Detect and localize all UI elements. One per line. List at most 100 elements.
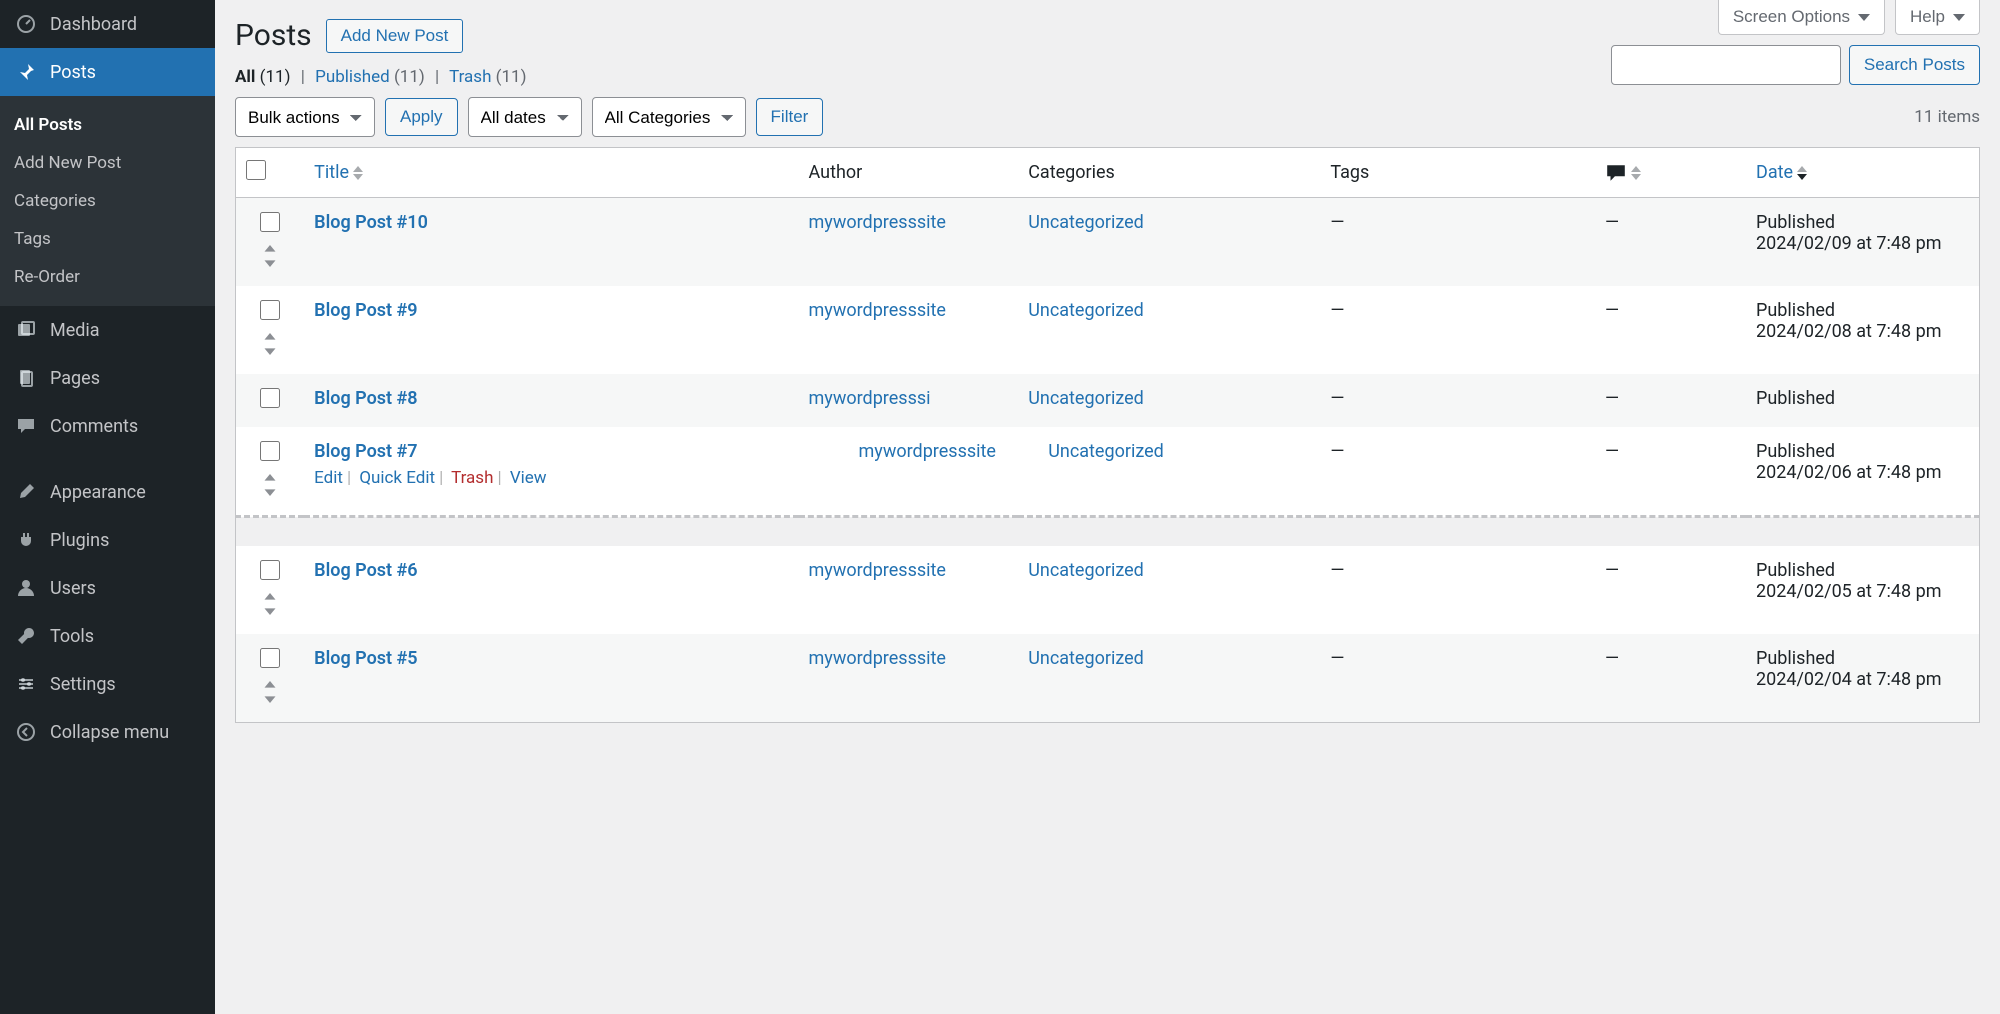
sidebar-subitem-add-new[interactable]: Add New Post xyxy=(0,144,215,182)
post-author[interactable]: mywordpresssite xyxy=(859,441,996,462)
drop-indicator xyxy=(236,517,1980,547)
main-content: Screen Options Help Posts Add New Post A… xyxy=(215,0,2000,743)
users-icon xyxy=(14,576,38,600)
drag-handle-icon[interactable] xyxy=(246,333,294,360)
row-checkbox[interactable] xyxy=(260,212,280,232)
post-author[interactable]: mywordpresssite xyxy=(809,648,946,669)
comments-icon xyxy=(1605,162,1627,184)
row-action-quick-edit[interactable]: Quick Edit xyxy=(359,468,435,488)
items-count: 11 items xyxy=(1914,107,1980,127)
sidebar-item-comments[interactable]: Comments xyxy=(0,402,215,450)
sidebar-item-plugins[interactable]: Plugins xyxy=(0,516,215,564)
column-date[interactable]: Date xyxy=(1756,162,1793,183)
sidebar-subitem-reorder[interactable]: Re-Order xyxy=(0,258,215,296)
sidebar-label: Dashboard xyxy=(50,14,137,35)
column-comments[interactable] xyxy=(1595,148,1746,198)
post-author[interactable]: mywordpresssi xyxy=(809,388,931,409)
chevron-down-icon xyxy=(1953,14,1965,21)
table-row: Blog Post #8 mywordpresssi Uncategorized… xyxy=(236,374,1980,427)
pin-icon xyxy=(14,60,38,84)
sidebar-item-media[interactable]: Media xyxy=(0,306,215,354)
sidebar-item-users[interactable]: Users xyxy=(0,564,215,612)
post-title[interactable]: Blog Post #7 xyxy=(314,441,417,462)
help-label: Help xyxy=(1910,7,1945,27)
post-author[interactable]: mywordpresssite xyxy=(809,212,946,233)
post-title[interactable]: Blog Post #9 xyxy=(314,300,417,321)
column-title[interactable]: Title xyxy=(314,162,349,183)
filter-trash[interactable]: Trash xyxy=(449,67,491,87)
add-new-post-button[interactable]: Add New Post xyxy=(326,19,464,53)
help-tab[interactable]: Help xyxy=(1895,0,1980,35)
post-title[interactable]: Blog Post #8 xyxy=(314,388,417,409)
apply-button[interactable]: Apply xyxy=(385,98,458,136)
drag-handle-icon[interactable] xyxy=(246,681,294,708)
row-action-trash[interactable]: Trash xyxy=(451,468,493,488)
row-checkbox[interactable] xyxy=(260,648,280,668)
screen-options-tab[interactable]: Screen Options xyxy=(1718,0,1885,35)
table-row: Blog Post #10 mywordpresssite Uncategori… xyxy=(236,198,1980,287)
sidebar-item-dashboard[interactable]: Dashboard xyxy=(0,0,215,48)
sort-indicator-icon xyxy=(1797,166,1807,180)
post-status: Published xyxy=(1756,648,1969,669)
row-checkbox[interactable] xyxy=(260,300,280,320)
post-tags: — xyxy=(1320,546,1595,634)
post-date: 2024/02/04 at 7:48 pm xyxy=(1756,669,1969,690)
row-action-edit[interactable]: Edit xyxy=(314,468,343,488)
post-category[interactable]: Uncategorized xyxy=(1028,560,1144,581)
row-action-view[interactable]: View xyxy=(510,468,547,488)
row-checkbox[interactable] xyxy=(260,560,280,580)
posts-table: Title Author Categories Tags Date Blog P… xyxy=(235,147,1980,723)
post-comments: — xyxy=(1595,198,1746,287)
dates-select[interactable]: All dates xyxy=(468,97,582,137)
post-category[interactable]: Uncategorized xyxy=(1028,212,1144,233)
post-author[interactable]: mywordpresssite xyxy=(809,300,946,321)
sidebar-subitem-tags[interactable]: Tags xyxy=(0,220,215,258)
filter-all[interactable]: All xyxy=(235,67,255,87)
search-input[interactable] xyxy=(1611,45,1841,85)
table-row: Blog Post #5 mywordpresssite Uncategoriz… xyxy=(236,634,1980,723)
drag-handle-icon[interactable] xyxy=(246,245,294,272)
sidebar-item-appearance[interactable]: Appearance xyxy=(0,468,215,516)
sidebar-label: Collapse menu xyxy=(50,722,169,743)
row-checkbox[interactable] xyxy=(260,441,280,461)
post-tags: — xyxy=(1320,427,1595,517)
sort-indicator-icon xyxy=(1631,166,1641,180)
sidebar-item-pages[interactable]: Pages xyxy=(0,354,215,402)
drag-handle-icon[interactable] xyxy=(246,474,294,501)
sidebar-label: Settings xyxy=(50,674,116,695)
post-status: Published xyxy=(1756,441,1969,462)
post-tags: — xyxy=(1320,634,1595,723)
post-category[interactable]: Uncategorized xyxy=(1028,648,1144,669)
post-title[interactable]: Blog Post #5 xyxy=(314,648,417,669)
sidebar-item-settings[interactable]: Settings xyxy=(0,660,215,708)
post-category[interactable]: Uncategorized xyxy=(1048,441,1164,462)
sidebar-label: Users xyxy=(50,578,96,599)
post-date: 2024/02/08 at 7:48 pm xyxy=(1756,321,1969,342)
post-category[interactable]: Uncategorized xyxy=(1028,300,1144,321)
top-tabs: Screen Options Help xyxy=(1718,0,1980,35)
post-title[interactable]: Blog Post #10 xyxy=(314,212,428,233)
collapse-icon xyxy=(14,720,38,744)
sidebar-item-tools[interactable]: Tools xyxy=(0,612,215,660)
row-checkbox[interactable] xyxy=(260,388,280,408)
tablenav-top: Search Posts Bulk actions Apply All date… xyxy=(235,97,1980,137)
post-comments: — xyxy=(1595,286,1746,374)
column-tags: Tags xyxy=(1320,148,1595,198)
post-author[interactable]: mywordpresssite xyxy=(809,560,946,581)
sidebar-collapse[interactable]: Collapse menu xyxy=(0,708,215,756)
post-category[interactable]: Uncategorized xyxy=(1028,388,1144,409)
sidebar-subitem-categories[interactable]: Categories xyxy=(0,182,215,220)
table-row: Blog Post #7 Edit| Quick Edit| Trash| Vi… xyxy=(236,427,1980,517)
post-title[interactable]: Blog Post #6 xyxy=(314,560,417,581)
sidebar-label: Tools xyxy=(50,626,94,647)
filter-button[interactable]: Filter xyxy=(756,98,824,136)
search-posts-button[interactable]: Search Posts xyxy=(1849,45,1980,85)
sidebar-subitem-all-posts[interactable]: All Posts xyxy=(0,106,215,144)
filter-published[interactable]: Published xyxy=(315,67,390,87)
categories-select[interactable]: All Categories xyxy=(592,97,746,137)
drag-handle-icon[interactable] xyxy=(246,593,294,620)
select-all-checkbox[interactable] xyxy=(246,160,266,180)
bulk-actions-select[interactable]: Bulk actions xyxy=(235,97,375,137)
table-row: Blog Post #9 mywordpresssite Uncategoriz… xyxy=(236,286,1980,374)
sidebar-item-posts[interactable]: Posts xyxy=(0,48,215,96)
